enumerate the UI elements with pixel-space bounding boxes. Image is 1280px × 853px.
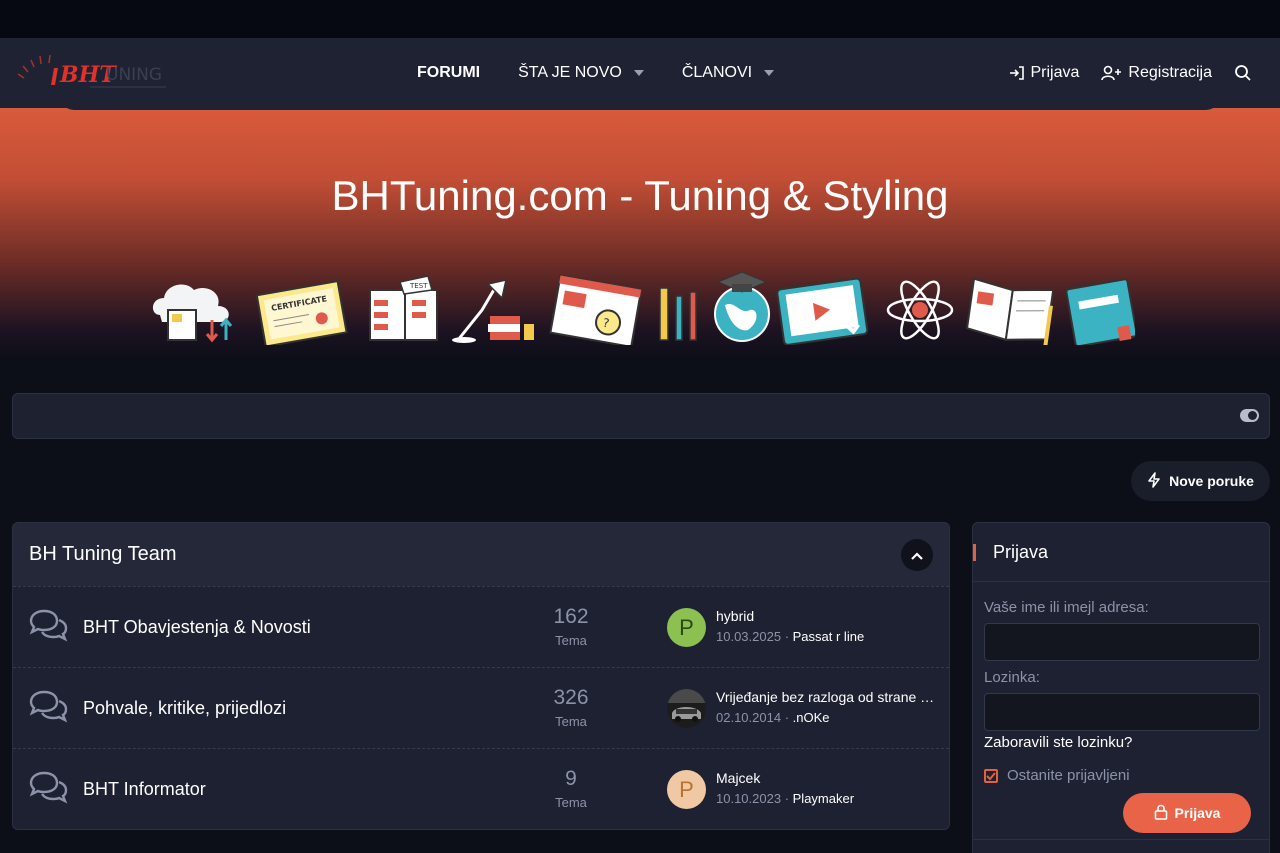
last-post-date[interactable]: 10.10.2023 bbox=[716, 791, 781, 806]
last-post: Majcek 10.10.2023 · Playmaker bbox=[716, 770, 938, 806]
nav-sta-je-novo-label: ŠTA JE NOVO bbox=[518, 64, 622, 81]
chevron-down-icon[interactable] bbox=[764, 70, 775, 76]
last-post-date[interactable]: 02.10.2014 bbox=[716, 710, 781, 725]
atom-icon bbox=[886, 280, 954, 340]
last-post-title[interactable]: Majcek bbox=[716, 770, 938, 786]
user-plus-icon bbox=[1101, 65, 1123, 81]
login-divider bbox=[973, 839, 1269, 840]
site-logo[interactable]: BHT UNING bbox=[17, 50, 183, 92]
avatar-letter: P bbox=[679, 776, 694, 802]
forum-title[interactable]: Pohvale, kritike, prijedlozi bbox=[83, 698, 286, 719]
avatar[interactable]: P bbox=[667, 608, 706, 647]
password-label: Lozinka: bbox=[984, 669, 1040, 686]
category-header: BH Tuning Team bbox=[13, 523, 949, 586]
remember-label: Ostanite prijavljeni bbox=[1007, 767, 1130, 784]
nav-forumi-label: FORUMI bbox=[417, 64, 481, 81]
thread-count-label: Tema bbox=[555, 714, 587, 729]
register-link[interactable]: Registracija bbox=[1101, 64, 1212, 82]
car-photo-avatar bbox=[667, 689, 706, 728]
desk-lamp-icon bbox=[452, 279, 534, 343]
last-post-title[interactable]: Vrijeđanje bez razloga od strane moderat… bbox=[716, 689, 938, 705]
collapse-button[interactable] bbox=[901, 539, 933, 571]
login-submit-button[interactable]: Prijava bbox=[1123, 793, 1251, 833]
cloud-book-icon bbox=[152, 284, 233, 343]
pencils-icon bbox=[659, 287, 697, 341]
navbar-curve bbox=[60, 96, 1220, 110]
login-link[interactable]: Prijava bbox=[1008, 64, 1080, 82]
hero-icon-strip: CERTIFICATE TEST ? bbox=[150, 270, 1138, 348]
thread-count-value: 162 bbox=[553, 605, 589, 628]
globe-graduation-icon bbox=[714, 271, 770, 342]
chat-bubbles-icon bbox=[28, 771, 68, 805]
last-post: hybrid 10.03.2025 · Passat r line bbox=[716, 608, 938, 644]
login-link-label: Prijava bbox=[1030, 64, 1080, 81]
check-icon bbox=[986, 771, 996, 780]
avatar[interactable]: P bbox=[667, 770, 706, 809]
browser-search-icon: ? bbox=[549, 274, 643, 348]
sign-in-icon bbox=[1008, 65, 1026, 81]
avatar-letter: P bbox=[679, 614, 694, 640]
username-field[interactable] bbox=[984, 623, 1260, 661]
thread-count-value: 326 bbox=[553, 686, 589, 709]
forum-row: BHT Informator 9 Tema P Majcek 10.10.202… bbox=[13, 748, 949, 829]
search-bar-panel bbox=[12, 393, 1270, 439]
hero-title: BHTuning.com - Tuning & Styling bbox=[331, 172, 949, 219]
blue-book-icon bbox=[1065, 278, 1138, 348]
chevron-down-icon[interactable] bbox=[633, 70, 644, 76]
forum-title[interactable]: BHT Obavjestenja & Novosti bbox=[83, 617, 311, 638]
test-paper-text: TEST bbox=[409, 282, 428, 290]
forum-row: BHT Obavjestenja & Novosti 162 Tema P hy… bbox=[13, 586, 949, 667]
top-strip bbox=[0, 0, 1280, 38]
thread-count: 9 Tema bbox=[533, 767, 609, 810]
forum-category: BH Tuning Team BHT Obavjestenja & Novost… bbox=[12, 522, 950, 830]
last-post-user[interactable]: .nOKe bbox=[793, 710, 830, 725]
last-post-date[interactable]: 10.03.2025 bbox=[716, 629, 781, 644]
theme-toggle[interactable] bbox=[1240, 409, 1259, 422]
register-link-label: Registracija bbox=[1128, 64, 1212, 81]
forum-row: Pohvale, kritike, prijedlozi 326 Tema Vr… bbox=[13, 667, 949, 748]
avatar[interactable] bbox=[667, 689, 706, 728]
new-posts-label: Nove poruke bbox=[1169, 473, 1254, 489]
chat-bubbles-icon bbox=[28, 690, 68, 724]
nav-clanovi-label: ČLANOVI bbox=[681, 64, 753, 81]
login-widget-title: Prijava bbox=[993, 541, 1049, 562]
nav-forumi[interactable]: FORUMI bbox=[417, 64, 480, 82]
nav-sta-je-novo[interactable]: ŠTA JE NOVO bbox=[518, 64, 644, 82]
thread-count: 326 Tema bbox=[533, 686, 609, 729]
login-widget-header: Prijava bbox=[973, 523, 1269, 582]
lock-icon bbox=[1154, 804, 1168, 823]
new-posts-button[interactable]: Nove poruke bbox=[1131, 461, 1270, 501]
remember-me[interactable]: Ostanite prijavljeni bbox=[984, 767, 1130, 784]
login-submit-label: Prijava bbox=[1174, 805, 1221, 821]
forum-title[interactable]: BHT Informator bbox=[83, 779, 206, 800]
thread-count-label: Tema bbox=[555, 795, 587, 810]
bolt-icon bbox=[1147, 471, 1161, 491]
search-button[interactable] bbox=[1234, 64, 1252, 82]
search-icon bbox=[1234, 64, 1252, 82]
thread-count-label: Tema bbox=[555, 633, 587, 648]
tablet-video-icon bbox=[776, 277, 869, 346]
category-title[interactable]: BH Tuning Team bbox=[29, 543, 177, 566]
open-book-icon bbox=[965, 277, 1055, 346]
thread-count-value: 9 bbox=[565, 767, 577, 790]
forgot-password-link[interactable]: Zaboravili ste lozinku? bbox=[984, 734, 1132, 751]
last-post-user[interactable]: Playmaker bbox=[793, 791, 854, 806]
remember-checkbox[interactable] bbox=[984, 768, 998, 783]
password-field[interactable] bbox=[984, 693, 1260, 731]
last-post-user[interactable]: Passat r line bbox=[793, 629, 865, 644]
chevron-up-icon bbox=[910, 544, 924, 567]
certificate-icon: CERTIFICATE bbox=[255, 279, 348, 348]
username-label: Vaše ime ili imejl adresa: bbox=[984, 599, 1149, 616]
nav-clanovi[interactable]: ČLANOVI bbox=[681, 64, 775, 82]
thread-count: 162 Tema bbox=[533, 605, 609, 648]
notebook-icon: TEST bbox=[369, 275, 438, 341]
last-post: Vrijeđanje bez razloga od strane moderat… bbox=[716, 689, 938, 725]
login-widget: Prijava Vaše ime ili imejl adresa: Lozin… bbox=[972, 522, 1270, 853]
chat-bubbles-icon bbox=[28, 609, 68, 643]
logo-uning-text: UNING bbox=[106, 65, 162, 85]
last-post-title[interactable]: hybrid bbox=[716, 608, 938, 624]
